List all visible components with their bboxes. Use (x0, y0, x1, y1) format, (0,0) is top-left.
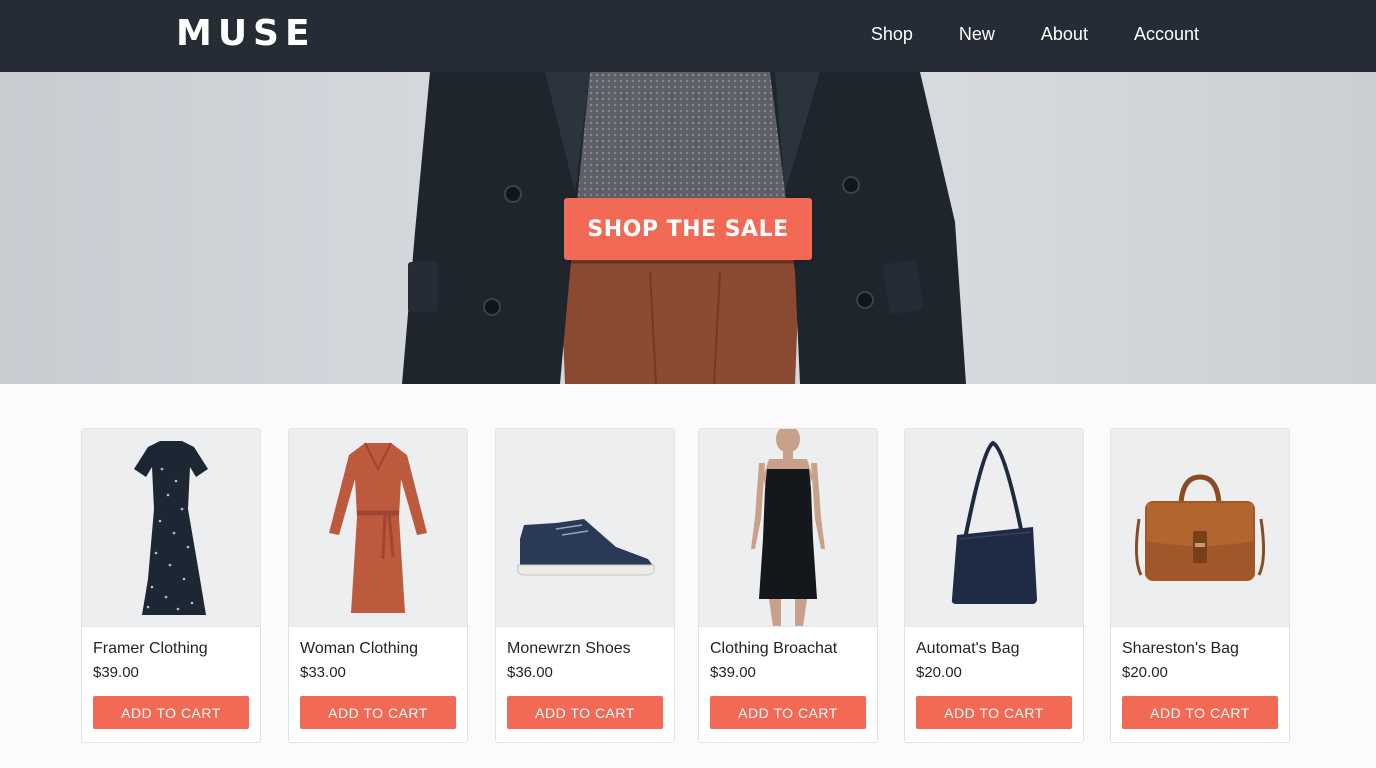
product-name[interactable]: Framer Clothing (93, 640, 208, 658)
add-to-cart-button[interactable]: ADD TO CART (710, 696, 866, 729)
product-price: $36.00 (507, 664, 553, 681)
product-name[interactable]: Shareston's Bag (1122, 640, 1239, 658)
hero-banner: SHOP THE SALE (0, 72, 1376, 384)
product-card[interactable]: Clothing Broachat $39.00 ADD TO CART (698, 428, 878, 743)
navy-sneaker-icon (517, 519, 655, 576)
brown-satchel-bag-icon (1134, 474, 1266, 581)
add-to-cart-button[interactable]: ADD TO CART (93, 696, 249, 729)
navy-tote-bag-icon (951, 440, 1037, 604)
nav-shop[interactable]: Shop (871, 22, 913, 46)
main-nav: Shop New About Account (871, 22, 1199, 46)
add-to-cart-button[interactable]: ADD TO CART (300, 696, 456, 729)
product-image[interactable] (699, 429, 877, 627)
product-card[interactable]: Automat's Bag $20.00 ADD TO CART (904, 428, 1084, 743)
nav-account[interactable]: Account (1134, 22, 1199, 46)
polka-dot-dress-icon (134, 441, 208, 615)
add-to-cart-button[interactable]: ADD TO CART (1122, 696, 1278, 729)
product-price: $20.00 (1122, 664, 1168, 681)
brand-logo[interactable]: MUSE (176, 14, 316, 54)
product-name[interactable]: Monewrzn Shoes (507, 640, 631, 658)
product-grid: Framer Clothing $39.00 ADD TO CART Woman… (81, 428, 1291, 743)
add-to-cart-button[interactable]: ADD TO CART (916, 696, 1072, 729)
add-to-cart-button[interactable]: ADD TO CART (507, 696, 663, 729)
product-name[interactable]: Automat's Bag (916, 640, 1020, 658)
product-price: $33.00 (300, 664, 346, 681)
product-name[interactable]: Woman Clothing (300, 640, 418, 658)
product-image[interactable] (289, 429, 467, 627)
site-header: MUSE Shop New About Account (0, 0, 1376, 72)
product-card[interactable]: Shareston's Bag $20.00 ADD TO CART (1110, 428, 1290, 743)
product-card[interactable]: Monewrzn Shoes $36.00 ADD TO CART (495, 428, 675, 743)
shop-the-sale-button[interactable]: SHOP THE SALE (564, 198, 812, 260)
nav-about[interactable]: About (1041, 22, 1088, 46)
black-slip-dress-icon (751, 429, 825, 626)
nav-new[interactable]: New (959, 22, 995, 46)
product-image[interactable] (496, 429, 674, 627)
product-card[interactable]: Framer Clothing $39.00 ADD TO CART (81, 428, 261, 743)
product-price: $20.00 (916, 664, 962, 681)
product-image[interactable] (905, 429, 1083, 627)
product-card[interactable]: Woman Clothing $33.00 ADD TO CART (288, 428, 468, 743)
product-image[interactable] (1111, 429, 1289, 627)
product-price: $39.00 (710, 664, 756, 681)
product-name[interactable]: Clothing Broachat (710, 640, 837, 658)
product-image[interactable] (82, 429, 260, 627)
rust-wrap-dress-icon (329, 442, 427, 613)
product-price: $39.00 (93, 664, 139, 681)
